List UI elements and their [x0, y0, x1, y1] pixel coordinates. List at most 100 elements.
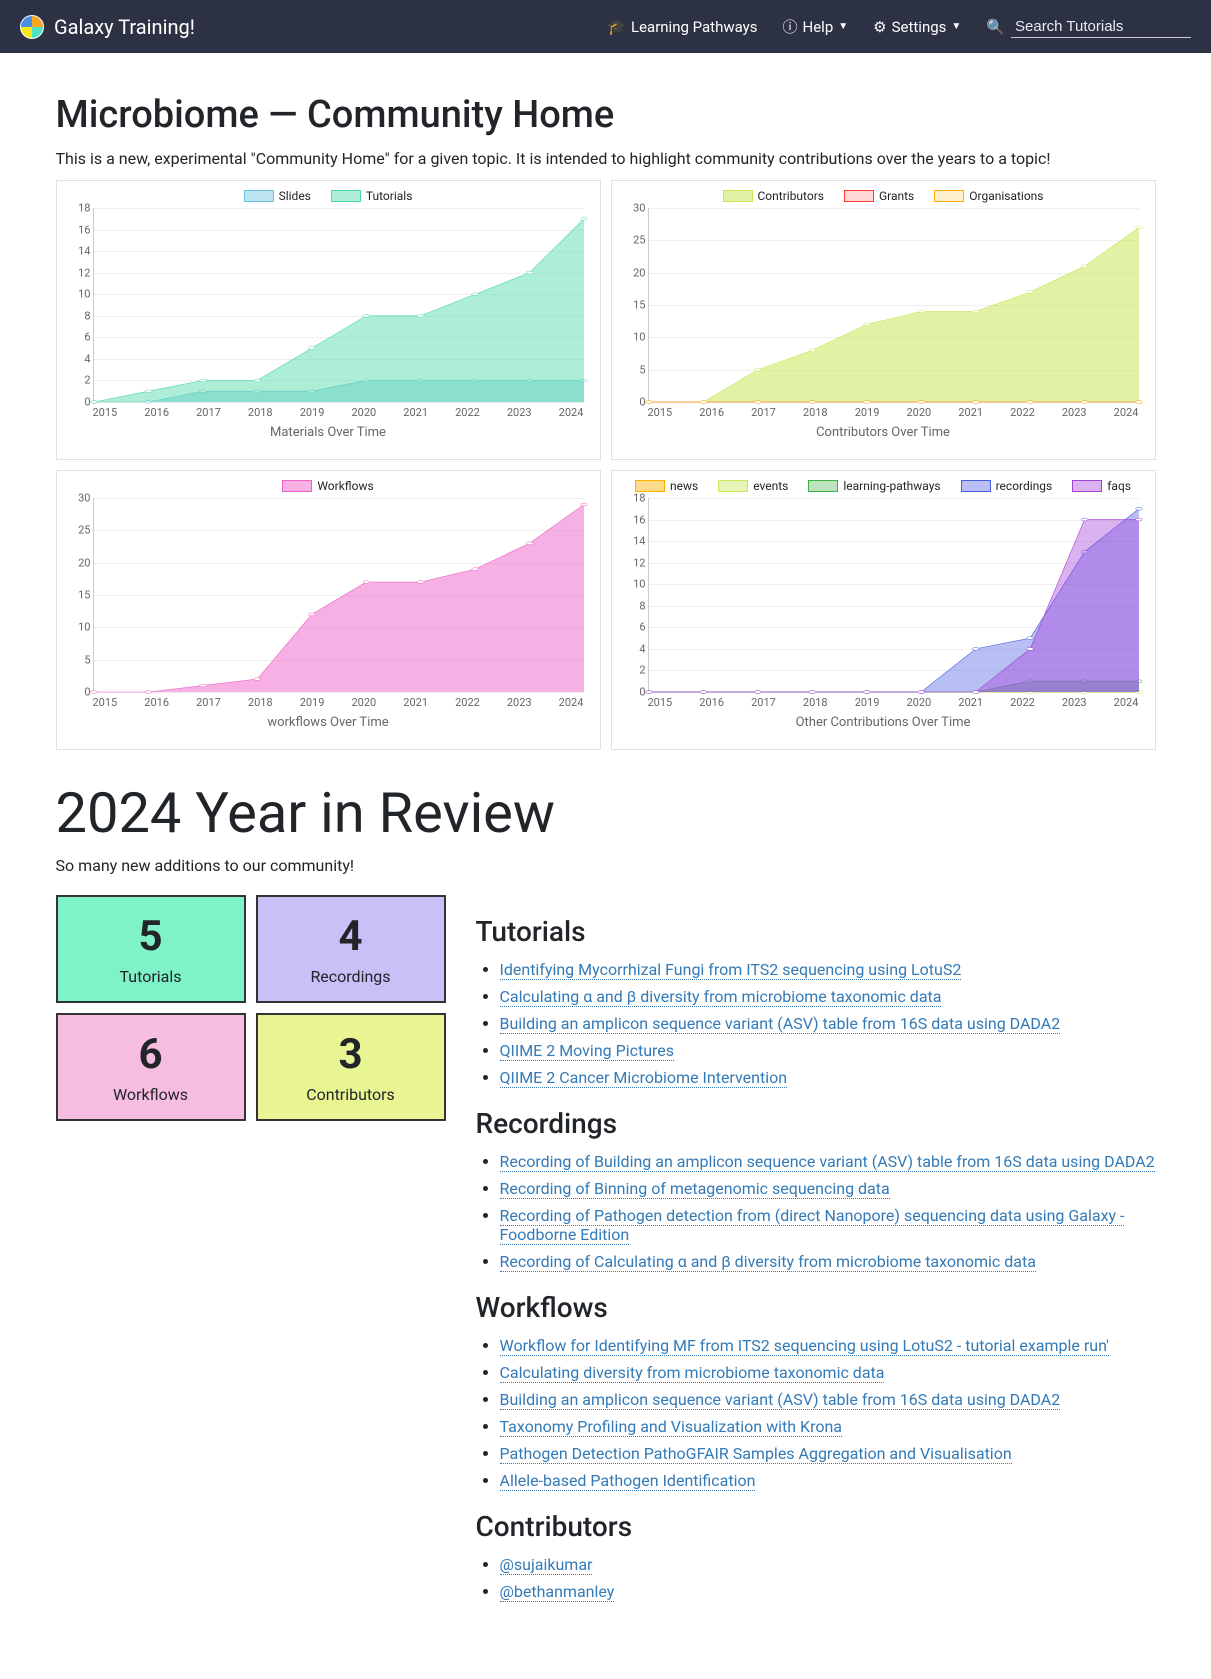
- navbar-menu: 🎓 Learning Pathways ⓘ Help ▼ ⚙ Settings …: [607, 16, 1191, 38]
- legend-item[interactable]: Slides: [244, 189, 311, 203]
- search-input[interactable]: [1011, 16, 1191, 38]
- legend-swatch: [934, 190, 964, 202]
- link[interactable]: @sujaikumar: [500, 1555, 593, 1575]
- navbar: Galaxy Training! 🎓 Learning Pathways ⓘ H…: [0, 0, 1211, 53]
- legend-swatch: [1072, 480, 1102, 492]
- list-item: QIIME 2 Moving Pictures: [500, 1041, 1156, 1060]
- stat-card-contributors: 3 Contributors: [256, 1013, 446, 1121]
- legend-swatch: [961, 480, 991, 492]
- list-item: @bethanmanley: [500, 1582, 1156, 1601]
- page-title: Microbiome — Community Home: [56, 93, 1156, 137]
- stat-number: 4: [273, 912, 429, 961]
- brand-text: Galaxy Training!: [54, 15, 195, 39]
- stat-card-tutorials: 5 Tutorials: [56, 895, 246, 1003]
- link[interactable]: Calculating α and β diversity from micro…: [500, 987, 942, 1007]
- legend-swatch: [635, 480, 665, 492]
- legend-item[interactable]: faqs: [1072, 479, 1131, 493]
- nav-learning-pathways[interactable]: 🎓 Learning Pathways: [607, 18, 757, 36]
- chevron-down-icon: ▼: [838, 21, 848, 32]
- link[interactable]: Identifying Mycorrhizal Fungi from ITS2 …: [500, 960, 962, 980]
- list-item: Building an amplicon sequence variant (A…: [500, 1390, 1156, 1409]
- link[interactable]: QIIME 2 Cancer Microbiome Intervention: [500, 1068, 788, 1088]
- stats-cards: 5 Tutorials 4 Recordings 6 Workflows 3 Contribu…: [56, 895, 446, 1121]
- legend-item[interactable]: Workflows: [282, 479, 373, 493]
- link[interactable]: Recording of Building an amplicon sequen…: [500, 1152, 1155, 1172]
- link[interactable]: QIIME 2 Moving Pictures: [500, 1041, 675, 1061]
- stat-number: 3: [273, 1030, 429, 1079]
- list-item: Allele-based Pathogen Identification: [500, 1471, 1156, 1490]
- year-title: 2024 Year in Review: [56, 780, 1156, 846]
- stat-number: 5: [73, 912, 229, 961]
- stat-label: Recordings: [273, 967, 429, 986]
- stat-label: Workflows: [73, 1085, 229, 1104]
- section-title-tutorials: Tutorials: [476, 915, 1156, 948]
- list-item: Pathogen Detection PathoGFAIR Samples Ag…: [500, 1444, 1156, 1463]
- chevron-down-icon: ▼: [951, 21, 961, 32]
- list-item: @sujaikumar: [500, 1555, 1156, 1574]
- link[interactable]: Building an amplicon sequence variant (A…: [500, 1014, 1061, 1034]
- stat-card-recordings: 4 Recordings: [256, 895, 446, 1003]
- chart-title: Contributors Over Time: [620, 425, 1147, 440]
- list-item: Taxonomy Profiling and Visualization wit…: [500, 1417, 1156, 1436]
- link[interactable]: Allele-based Pathogen Identification: [500, 1471, 756, 1491]
- link[interactable]: Building an amplicon sequence variant (A…: [500, 1390, 1061, 1410]
- link[interactable]: Recording of Binning of metagenomic sequ…: [500, 1179, 890, 1199]
- chart-grid: SlidesTutorials0246810121416182015201620…: [56, 180, 1156, 750]
- link[interactable]: @bethanmanley: [500, 1582, 615, 1602]
- link[interactable]: Recording of Calculating α and β diversi…: [500, 1252, 1036, 1272]
- chart-title: Other Contributions Over Time: [620, 715, 1147, 730]
- list-item: Recording of Building an amplicon sequen…: [500, 1152, 1156, 1171]
- list-item: Building an amplicon sequence variant (A…: [500, 1014, 1156, 1033]
- link[interactable]: Calculating diversity from microbiome ta…: [500, 1363, 885, 1383]
- legend-item[interactable]: Tutorials: [331, 189, 413, 203]
- nav-help[interactable]: ⓘ Help ▼: [783, 16, 849, 37]
- chart-other: newseventslearning-pathwaysrecordingsfaq…: [611, 470, 1156, 750]
- link[interactable]: Workflow for Identifying MF from ITS2 se…: [500, 1336, 1109, 1356]
- list-item: Workflow for Identifying MF from ITS2 se…: [500, 1336, 1156, 1355]
- link[interactable]: Recording of Pathogen detection from (di…: [500, 1206, 1125, 1245]
- legend-swatch: [282, 480, 312, 492]
- legend-swatch: [723, 190, 753, 202]
- legend-swatch: [844, 190, 874, 202]
- list-item: Calculating α and β diversity from micro…: [500, 987, 1156, 1006]
- legend-item[interactable]: events: [718, 479, 788, 493]
- year-subtitle: So many new additions to our community!: [56, 856, 1156, 875]
- search-icon: 🔍: [986, 18, 1005, 36]
- legend-item[interactable]: Grants: [844, 189, 914, 203]
- legend-item[interactable]: Contributors: [723, 189, 824, 203]
- list-item: QIIME 2 Cancer Microbiome Intervention: [500, 1068, 1156, 1087]
- legend-swatch: [331, 190, 361, 202]
- graduation-cap-icon: 🎓: [607, 18, 626, 36]
- legend-item[interactable]: learning-pathways: [808, 479, 940, 493]
- gear-icon: ⚙: [873, 18, 886, 36]
- stat-label: Contributors: [273, 1085, 429, 1104]
- list-item: Recording of Binning of metagenomic sequ…: [500, 1179, 1156, 1198]
- lists-column: Tutorials Identifying Mycorrhizal Fungi f…: [476, 895, 1156, 1609]
- legend-item[interactable]: Organisations: [934, 189, 1043, 203]
- chart-contributors: ContributorsGrantsOrganisations051015202…: [611, 180, 1156, 460]
- stat-label: Tutorials: [73, 967, 229, 986]
- chart-title: workflows Over Time: [65, 715, 592, 730]
- nav-settings[interactable]: ⚙ Settings ▼: [873, 18, 961, 36]
- chart-materials: SlidesTutorials0246810121416182015201620…: [56, 180, 601, 460]
- chart-workflows: Workflows0510152025302015201620172018201…: [56, 470, 601, 750]
- section-title-contributors: Contributors: [476, 1510, 1156, 1543]
- list-item: Recording of Calculating α and β diversi…: [500, 1252, 1156, 1271]
- list-item: Identifying Mycorrhizal Fungi from ITS2 …: [500, 960, 1156, 979]
- section-title-recordings: Recordings: [476, 1107, 1156, 1140]
- brand[interactable]: Galaxy Training!: [20, 15, 195, 39]
- legend-swatch: [808, 480, 838, 492]
- stat-card-workflows: 6 Workflows: [56, 1013, 246, 1121]
- chart-title: Materials Over Time: [65, 425, 592, 440]
- stat-number: 6: [73, 1030, 229, 1079]
- section-title-workflows: Workflows: [476, 1291, 1156, 1324]
- legend-item[interactable]: recordings: [961, 479, 1053, 493]
- search-wrap: 🔍: [986, 16, 1191, 38]
- list-item: Recording of Pathogen detection from (di…: [500, 1206, 1156, 1244]
- galaxy-logo-icon: [20, 15, 44, 39]
- link[interactable]: Taxonomy Profiling and Visualization wit…: [500, 1417, 843, 1437]
- list-item: Calculating diversity from microbiome ta…: [500, 1363, 1156, 1382]
- question-circle-icon: ⓘ: [783, 16, 798, 37]
- link[interactable]: Pathogen Detection PathoGFAIR Samples Ag…: [500, 1444, 1012, 1464]
- legend-swatch: [244, 190, 274, 202]
